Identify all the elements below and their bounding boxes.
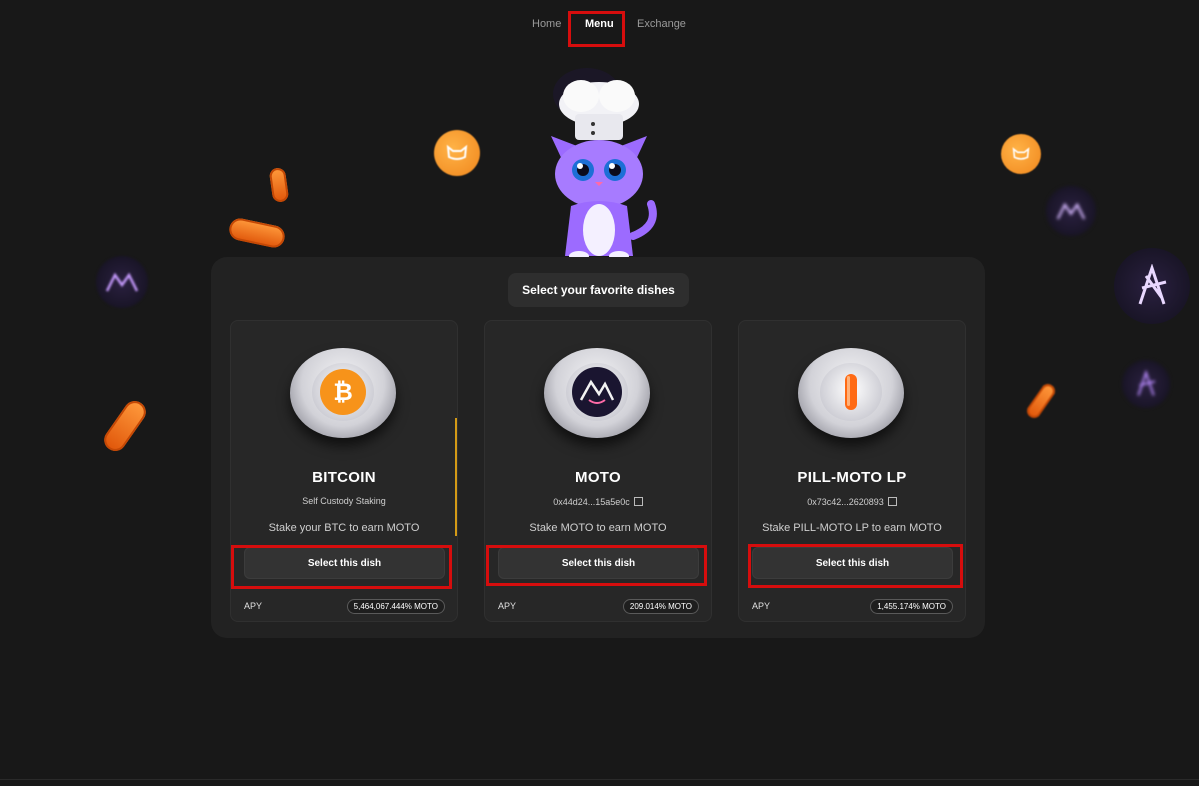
- pill-decoration: [227, 216, 287, 250]
- dish-address: 0x73c42...2620893: [739, 496, 965, 507]
- svg-text:₿: ₿: [333, 378, 353, 406]
- moto-logo-decoration: [1122, 360, 1170, 408]
- panel-title: Select your favorite dishes: [508, 273, 689, 307]
- select-dish-button[interactable]: Select this dish: [752, 547, 953, 579]
- dish-card-moto: MOTO 0x44d24...15a5e0c Stake MOTO to ear…: [484, 320, 712, 622]
- scroll-indicator: [455, 418, 457, 536]
- apy-value-badge: 5,464,067.444% MOTO: [346, 599, 445, 614]
- plate-image: ₿: [290, 348, 396, 438]
- apy-label: APY: [244, 601, 263, 611]
- apy-value-badge: 209.014% MOTO: [622, 599, 699, 614]
- top-nav: Home Menu Exchange: [0, 0, 1199, 50]
- select-dish-button[interactable]: Select this dish: [244, 547, 445, 579]
- dish-description: Stake MOTO to earn MOTO: [529, 522, 667, 534]
- moto-logo-icon: [105, 272, 139, 292]
- pill-decoration: [268, 167, 290, 203]
- dish-card-bitcoin: ₿ BITCOIN Self Custody Staking Stake you…: [230, 320, 458, 622]
- moto-logo-icon: [1056, 202, 1086, 220]
- moto-logo-icon: [1138, 264, 1167, 305]
- nav-exchange[interactable]: Exchange: [637, 18, 686, 30]
- pill-decoration: [1024, 381, 1058, 421]
- chef-cat-mascot: [541, 66, 657, 262]
- dish-name: BITCOIN: [312, 469, 376, 486]
- moto-icon: [572, 367, 622, 417]
- cat-face-icon: [1012, 147, 1030, 160]
- select-dish-button[interactable]: Select this dish: [498, 547, 699, 579]
- contract-address: 0x73c42...2620893: [807, 497, 884, 507]
- apy-value-badge: 1,455.174% MOTO: [870, 599, 953, 614]
- moto-coin-decoration-right: [1001, 134, 1041, 174]
- plate-image: [798, 348, 904, 438]
- dish-description: Stake PILL-MOTO LP to earn MOTO: [762, 522, 942, 534]
- pill-decoration: [99, 396, 151, 456]
- pill-icon: [845, 374, 857, 410]
- plate-image: [544, 348, 650, 438]
- dishes-panel: Select your favorite dishes ₿ BITCOIN Se…: [211, 257, 985, 638]
- dish-subtitle: Self Custody Staking: [302, 496, 386, 506]
- apy-label: APY: [752, 601, 771, 611]
- copy-icon[interactable]: [887, 497, 897, 506]
- dish-name: MOTO: [575, 469, 621, 486]
- copy-icon[interactable]: [633, 497, 643, 506]
- dish-name: PILL-MOTO LP: [797, 469, 907, 486]
- moto-logo-decoration: [1046, 186, 1096, 236]
- cat-face-icon: [446, 145, 468, 160]
- moto-logo-decoration: [96, 256, 148, 308]
- nav-menu[interactable]: Menu: [585, 18, 614, 30]
- moto-logo-decoration: [1114, 248, 1190, 324]
- nav-home[interactable]: Home: [532, 18, 561, 30]
- bitcoin-icon: ₿: [320, 369, 366, 415]
- footer-divider: [0, 779, 1199, 780]
- dish-address: 0x44d24...15a5e0c: [485, 496, 711, 507]
- apy-label: APY: [498, 601, 517, 611]
- contract-address: 0x44d24...15a5e0c: [553, 497, 630, 507]
- dish-description: Stake your BTC to earn MOTO: [268, 522, 420, 534]
- moto-coin-decoration: [434, 130, 480, 176]
- dish-card-pill-moto-lp: PILL-MOTO LP 0x73c42...2620893 Stake PIL…: [738, 320, 966, 622]
- moto-logo-icon: [1137, 370, 1156, 396]
